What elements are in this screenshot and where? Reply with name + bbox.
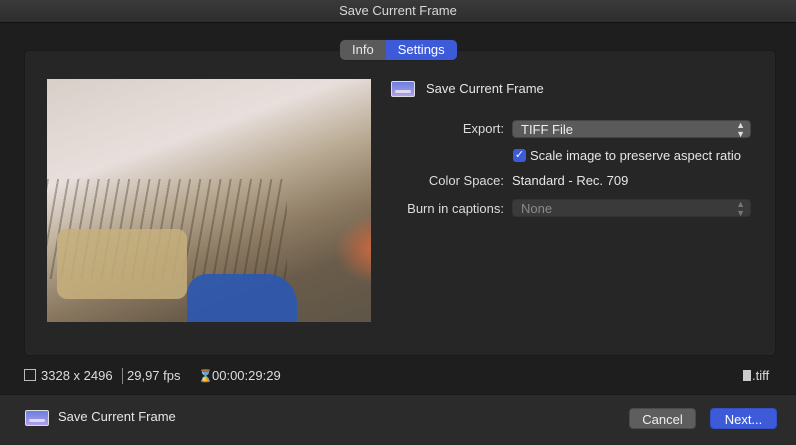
color-space-value: Standard - Rec. 709 (512, 173, 629, 188)
timecode-text: 00:00:29:29 (212, 368, 281, 383)
export-label: Export: (462, 121, 504, 136)
footer-title: Save Current Frame (58, 409, 176, 424)
next-button[interactable]: Next... (710, 408, 777, 429)
captions-value: None (521, 201, 553, 216)
window-titlebar: Save Current Frame (0, 0, 796, 23)
tab-info[interactable]: Info (340, 40, 386, 60)
preview-tarp (187, 274, 297, 322)
duration-icon: ⌛ (198, 369, 213, 383)
preview-stone (57, 229, 187, 299)
updown-chevron-icon: ▲ ▼ (736, 199, 745, 218)
file-icon (743, 368, 751, 384)
updown-chevron-icon: ▲ ▼ (736, 120, 745, 139)
fps-text: 29,97 fps (127, 368, 181, 383)
tab-settings[interactable]: Settings (385, 40, 457, 60)
captions-popup[interactable]: None ▲ ▼ (512, 199, 751, 218)
info-divider (122, 368, 123, 384)
color-space-label: Color Space: (428, 173, 504, 188)
scale-checkbox[interactable]: ✓ (513, 149, 526, 162)
export-popup[interactable]: TIFF File ▲ ▼ (512, 120, 751, 139)
frame-icon (391, 81, 415, 97)
window-title: Save Current Frame (339, 3, 457, 18)
frame-preview-image (47, 79, 371, 322)
resolution-icon (24, 368, 36, 384)
tab-bar: Info Settings (340, 40, 457, 60)
frame-icon (25, 410, 49, 426)
destination-title: Save Current Frame (426, 81, 544, 96)
file-extension: .tiff (752, 368, 770, 383)
scale-label: Scale image to preserve aspect ratio (530, 148, 741, 163)
export-value: TIFF File (521, 122, 573, 137)
cancel-button[interactable]: Cancel (629, 408, 696, 429)
resolution-text: 3328 x 2496 (41, 368, 113, 383)
captions-label: Burn in captions: (407, 201, 504, 216)
